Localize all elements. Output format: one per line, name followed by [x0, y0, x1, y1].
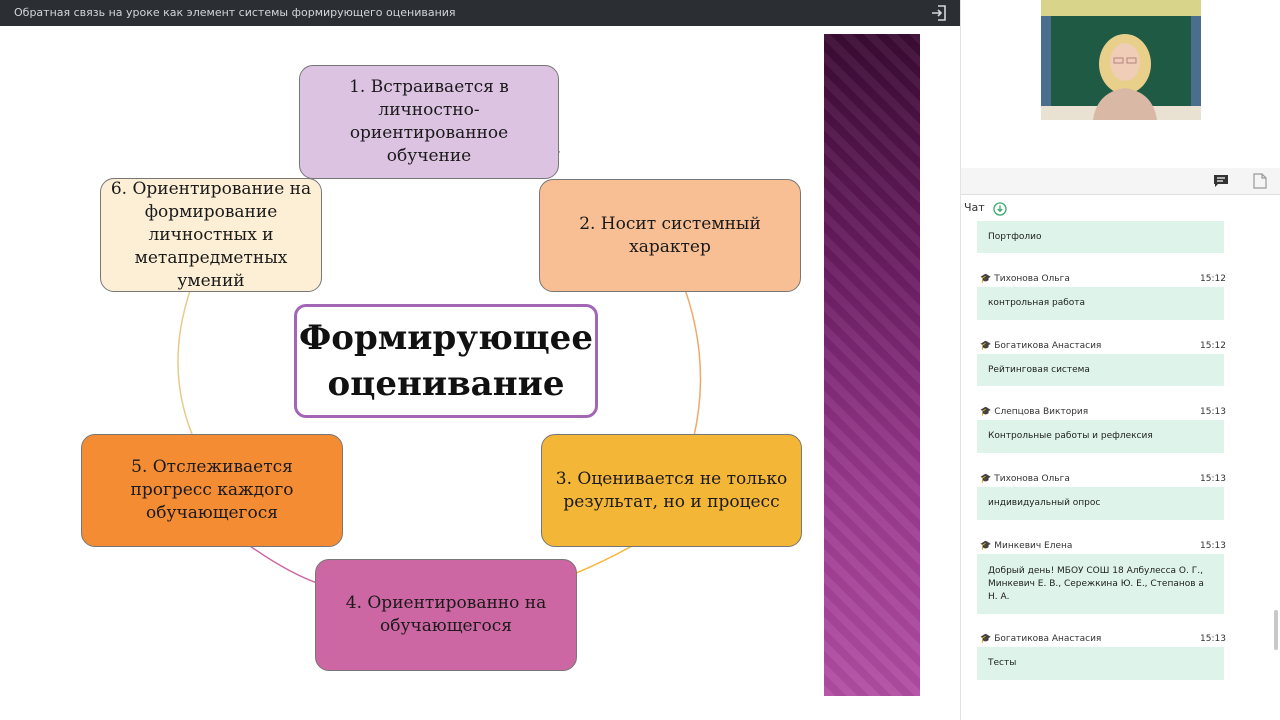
- window-title-bar: Обратная связь на уроке как элемент сист…: [0, 0, 960, 26]
- chat-message: Добрый день! МБОУ СОШ 18 Албулесса О. Г.…: [977, 554, 1224, 614]
- decorative-stripe: [824, 34, 920, 696]
- chat-message: Контрольные работы и рефлексия: [977, 420, 1224, 453]
- window-title: Обратная связь на уроке как элемент сист…: [14, 6, 456, 19]
- chat-author: 🎓 Тихонова Ольга: [980, 474, 1070, 484]
- chat-author-name: Тихонова Ольга: [994, 274, 1070, 284]
- center-title: Формирующее оценивание: [294, 304, 598, 418]
- chat-author: 🎓 Минкевич Елена: [980, 541, 1072, 551]
- chat-message-text: Контрольные работы и рефлексия: [988, 431, 1153, 441]
- graduation-cap-icon: 🎓: [980, 474, 992, 484]
- graduation-cap-icon: 🎓: [980, 274, 992, 284]
- chat-message: Рейтинговая система: [977, 354, 1224, 386]
- chat-time: 15:13: [1200, 541, 1226, 551]
- chat-message: Тесты: [977, 647, 1224, 680]
- download-circle-icon[interactable]: [993, 201, 1007, 216]
- graduation-cap-icon: 🎓: [980, 541, 992, 551]
- chat-time: 15:12: [1200, 341, 1226, 351]
- graduation-cap-icon: 🎓: [980, 341, 992, 351]
- chat-message: Портфолио: [977, 221, 1224, 253]
- chat-time: 15:13: [1200, 634, 1226, 644]
- cycle-box-6: 6. Ориентирование на формирование личнос…: [100, 178, 322, 292]
- chat-label: Чат: [964, 201, 985, 214]
- presentation-slide: 1. Встраивается в личностно-ориентирован…: [0, 26, 960, 720]
- panel-tabs: [961, 168, 1280, 195]
- chat-message-text: Тесты: [988, 658, 1017, 668]
- chat-message-text: Портфолио: [988, 231, 1042, 242]
- chat-scrollbar[interactable]: [1274, 610, 1278, 650]
- chat-time: 15:13: [1200, 474, 1226, 484]
- cycle-box-3: 3. Оценивается не только результат, но и…: [541, 434, 802, 547]
- chat-author: 🎓 Богатикова Анастасия: [980, 341, 1101, 351]
- chat-message: индивидуальный опрос: [977, 487, 1224, 520]
- chat-author-name: Богатикова Анастасия: [994, 341, 1102, 351]
- chat-author-name: Минкевич Елена: [994, 541, 1073, 551]
- chat-bubble-icon[interactable]: [1213, 173, 1229, 189]
- exit-icon[interactable]: [929, 4, 949, 22]
- chat-author-name: Тихонова Ольга: [994, 474, 1070, 484]
- cycle-box-1: 1. Встраивается в личностно-ориентирован…: [299, 65, 559, 179]
- chat-message-text: индивидуальный опрос: [988, 498, 1101, 508]
- chat-author-name: Богатикова Анастасия: [994, 634, 1102, 644]
- cycle-box-5: 5. Отслеживается прогресс каждого обучаю…: [81, 434, 343, 547]
- document-icon[interactable]: [1253, 173, 1267, 189]
- chat-author-name: Слепцова Виктория: [994, 407, 1089, 417]
- chat-message-text: Рейтинговая система: [988, 364, 1090, 375]
- chat-author: 🎓 Тихонова Ольга: [980, 274, 1070, 284]
- chat-time: 15:12: [1200, 274, 1226, 284]
- chat-message-text: Добрый день! МБОУ СОШ 18 Албулесса О. Г.…: [988, 565, 1204, 602]
- chat-author: 🎓 Богатикова Анастасия: [980, 634, 1101, 644]
- chat-time: 15:13: [1200, 407, 1226, 417]
- cycle-box-2: 2. Носит системный характер: [539, 179, 801, 292]
- chat-message-text: контрольная работа: [988, 298, 1086, 308]
- graduation-cap-icon: 🎓: [980, 634, 992, 644]
- chat-message: контрольная работа: [977, 287, 1224, 320]
- chat-author: 🎓 Слепцова Виктория: [980, 407, 1088, 417]
- cycle-box-4: 4. Ориентированно на обучающегося: [315, 559, 577, 671]
- webcam-video: [1041, 0, 1201, 120]
- graduation-cap-icon: 🎓: [980, 407, 992, 417]
